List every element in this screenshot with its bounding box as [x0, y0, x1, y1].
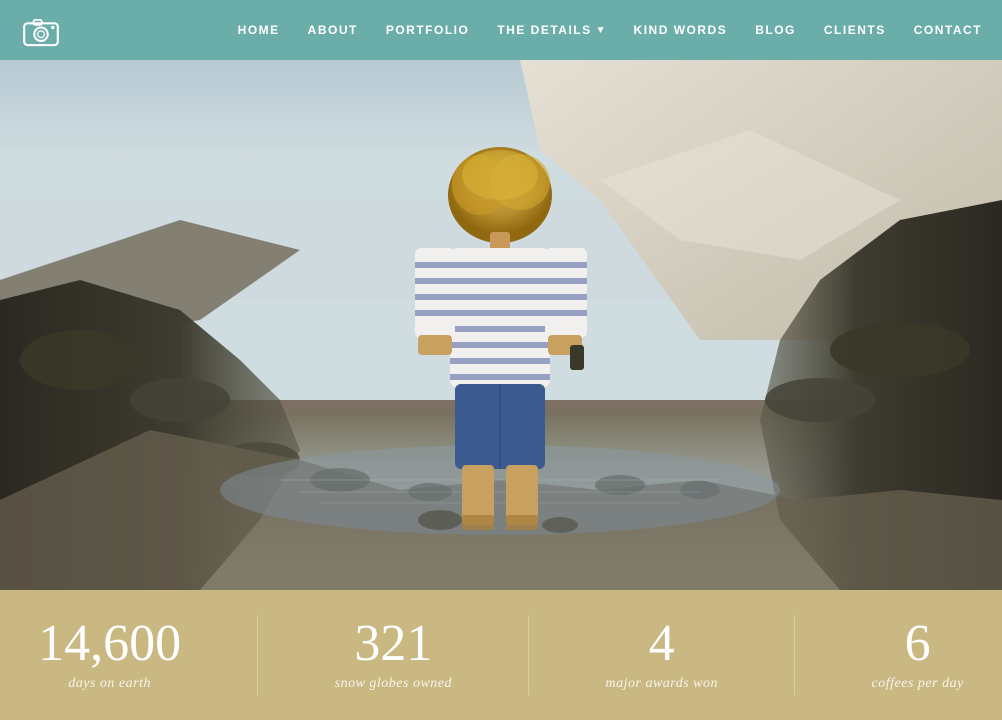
nav-link-clients[interactable]: CLIENTS	[824, 23, 886, 37]
nav-item-about[interactable]: ABOUT	[308, 21, 358, 39]
nav-link-portfolio[interactable]: PORTFOLIO	[386, 23, 470, 37]
nav-item-home[interactable]: HOME	[238, 21, 280, 39]
stat-number-0: 14,600	[38, 618, 181, 670]
stat-item-0: 14,600 days on earth	[38, 618, 181, 692]
nav-item-portfolio[interactable]: PORTFOLIO	[386, 21, 470, 39]
hero-background	[0, 0, 1002, 590]
stat-item-3: 6 coffees per day	[872, 618, 964, 692]
nav-link-home[interactable]: HOME	[238, 23, 280, 37]
stat-divider-0	[257, 615, 258, 695]
stat-label-0: days on earth	[38, 676, 181, 692]
stat-number-2: 4	[606, 618, 719, 670]
navbar: HOME ABOUT PORTFOLIO THE DETAILS ▼ KIND …	[0, 0, 1002, 60]
nav-link-kind-words[interactable]: KIND WORDS	[634, 23, 728, 37]
hero-scene-svg	[0, 0, 1002, 590]
site-logo[interactable]	[20, 12, 62, 48]
nav-item-contact[interactable]: CONTACT	[914, 21, 982, 39]
nav-link-about[interactable]: ABOUT	[308, 23, 358, 37]
stat-label-2: major awards won	[606, 676, 719, 692]
stat-label-3: coffees per day	[872, 676, 964, 692]
stat-item-1: 321 snow globes owned	[335, 618, 452, 692]
stat-label-1: snow globes owned	[335, 676, 452, 692]
nav-link-blog[interactable]: BLOG	[755, 23, 796, 37]
nav-link-the-details[interactable]: THE DETAILS	[497, 23, 591, 37]
nav-item-blog[interactable]: BLOG	[755, 21, 796, 39]
stats-bar: 14,600 days on earth 321 snow globes own…	[0, 590, 1002, 720]
stat-number-1: 321	[335, 618, 452, 670]
nav-item-the-details[interactable]: THE DETAILS ▼	[497, 23, 605, 37]
nav-link-contact[interactable]: CONTACT	[914, 23, 982, 37]
nav-links: HOME ABOUT PORTFOLIO THE DETAILS ▼ KIND …	[238, 21, 982, 39]
camera-icon	[20, 12, 62, 48]
nav-item-kind-words[interactable]: KIND WORDS	[634, 21, 728, 39]
nav-item-clients[interactable]: CLIENTS	[824, 21, 886, 39]
hero-section	[0, 0, 1002, 590]
stat-number-3: 6	[872, 618, 964, 670]
stat-divider-2	[794, 615, 795, 695]
chevron-down-icon: ▼	[596, 25, 606, 36]
stat-divider-1	[528, 615, 529, 695]
stat-item-2: 4 major awards won	[606, 618, 719, 692]
